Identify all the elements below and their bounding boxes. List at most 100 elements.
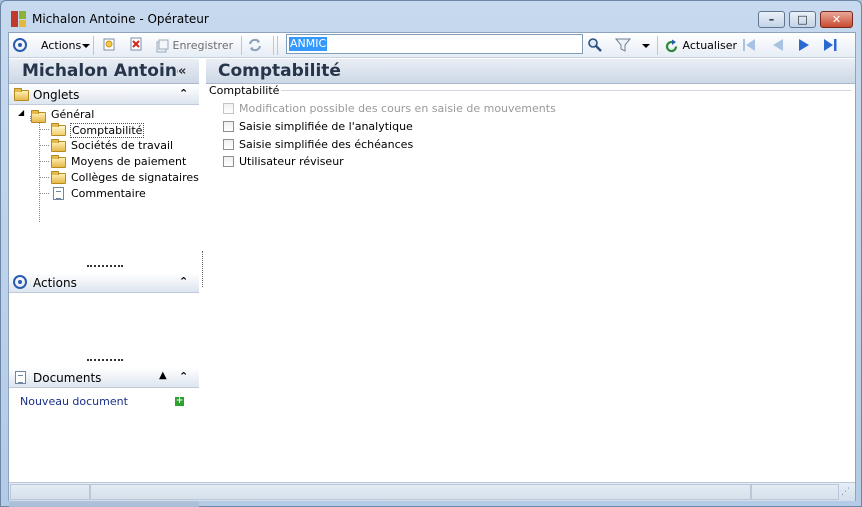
tree-item-societes[interactable]: Sociétés de travail <box>71 139 173 152</box>
minimize-icon: – <box>768 13 775 26</box>
content-header: Comptabilité <box>206 59 855 84</box>
checkbox-label: Modification possible des cours en saisi… <box>239 102 556 115</box>
collapse-icon[interactable]: ⌃ <box>179 87 188 100</box>
document-icon <box>53 187 64 200</box>
status-cell <box>10 484 90 500</box>
checkbox[interactable] <box>223 156 234 167</box>
minimize-button[interactable]: – <box>758 11 785 28</box>
onglets-title: Onglets <box>33 88 80 102</box>
left-panel: Michalon Antoine « Onglets ⌃ ◢ Général C… <box>9 59 199 507</box>
actions-title: Actions <box>33 276 77 290</box>
chevron-up-icon[interactable]: ▲ <box>159 370 167 381</box>
tree-line <box>39 161 49 162</box>
tree-line <box>39 177 49 178</box>
home-button[interactable] <box>13 36 27 53</box>
app-icon <box>11 11 26 27</box>
new-record-icon <box>103 38 115 51</box>
target-icon <box>13 275 27 289</box>
tree-expand-icon[interactable]: ◢ <box>18 108 24 117</box>
delete-icon <box>130 37 142 51</box>
onglets-section-header[interactable]: Onglets ⌃ <box>9 85 199 105</box>
tree-item-general[interactable]: Général <box>51 108 94 121</box>
checkbox[interactable] <box>223 121 234 132</box>
previous-icon <box>773 39 783 51</box>
sync-icon <box>249 38 261 52</box>
tree-item-comptabilite[interactable]: Comptabilité <box>70 123 145 138</box>
status-bar: ⋰ <box>9 482 855 501</box>
sync-button[interactable] <box>247 37 263 54</box>
last-record-button[interactable] <box>823 38 838 55</box>
tree-line <box>39 193 49 194</box>
tree-line <box>39 122 40 222</box>
documents-title: Documents <box>33 371 102 385</box>
close-button[interactable]: ✕ <box>820 11 853 28</box>
save-button[interactable]: Enregistrer <box>155 37 233 54</box>
folder-icon <box>51 171 66 184</box>
maximize-button[interactable]: □ <box>789 11 816 28</box>
collapse-icon[interactable]: ⌃ <box>179 370 188 383</box>
toolbar-separator <box>273 36 274 55</box>
app-window: Michalon Antoine - Opérateur – □ ✕ Actio… <box>0 0 862 507</box>
new-document-link[interactable]: Nouveau document <box>20 395 128 408</box>
collapse-panel-button[interactable]: « <box>178 64 186 79</box>
tree-item-moyens-paiement[interactable]: Moyens de paiement <box>71 155 186 168</box>
toolbar-separator <box>277 36 278 55</box>
title-bar[interactable]: Michalon Antoine - Opérateur – □ ✕ <box>1 1 861 34</box>
toolbar: Actions Enregistrer ANMIC Actualiser <box>9 33 855 58</box>
resize-grip-icon[interactable]: ⋰ <box>841 487 850 497</box>
checkbox-label[interactable]: Utilisateur réviseur <box>239 155 344 168</box>
filter-dropdown-button[interactable] <box>641 37 650 54</box>
checkbox[interactable] <box>223 139 234 150</box>
chevron-down-icon <box>642 44 650 48</box>
search-icon <box>588 38 602 52</box>
toolbar-separator <box>241 36 242 55</box>
client-area: Actions Enregistrer ANMIC Actualiser Mic… <box>8 32 856 507</box>
checkbox-label[interactable]: Saisie simplifiée de l'analytique <box>239 120 413 133</box>
resize-grip[interactable] <box>87 265 123 267</box>
tree-line <box>39 145 49 146</box>
checkbox-label[interactable]: Saisie simplifiée des échéances <box>239 138 413 151</box>
previous-record-button[interactable] <box>771 38 785 55</box>
folder-icon <box>51 155 66 168</box>
search-button[interactable] <box>587 37 603 54</box>
person-name: Michalon Antoine <box>22 61 178 81</box>
maximize-icon: □ <box>797 13 808 26</box>
documents-section-header[interactable]: Documents ▲ ⌃ <box>9 368 199 388</box>
panel-splitter[interactable] <box>202 251 203 287</box>
first-record-button[interactable] <box>742 38 756 55</box>
save-icon <box>156 39 169 53</box>
next-record-button[interactable] <box>797 38 811 55</box>
resize-grip[interactable] <box>87 359 123 361</box>
open-folder-icon <box>51 123 66 136</box>
person-header: Michalon Antoine « <box>9 59 199 84</box>
folder-icon <box>14 88 29 101</box>
add-icon[interactable]: + <box>175 397 184 406</box>
refresh-button[interactable]: Actualiser <box>664 37 737 54</box>
refresh-icon <box>665 39 678 52</box>
first-icon <box>743 39 755 51</box>
new-button[interactable] <box>102 37 116 54</box>
status-cell <box>90 484 751 500</box>
toolbar-separator <box>657 36 658 55</box>
chevron-down-icon <box>82 44 91 48</box>
filter-icon <box>614 38 632 52</box>
tree-line <box>39 129 49 130</box>
actions-menu-button[interactable]: Actions <box>41 37 91 54</box>
search-input-text: ANMIC <box>289 37 328 51</box>
collapse-icon[interactable]: ⌃ <box>179 275 188 288</box>
group-label: Comptabilité <box>209 84 282 97</box>
tree-item-commentaire[interactable]: Commentaire <box>71 187 146 200</box>
group-divider <box>269 90 851 91</box>
actions-section-header[interactable]: Actions ⌃ <box>9 273 199 293</box>
document-icon <box>15 371 26 384</box>
close-icon: ✕ <box>831 13 842 26</box>
search-input[interactable]: ANMIC <box>286 34 583 54</box>
checkbox <box>223 103 234 114</box>
delete-button[interactable] <box>129 37 143 54</box>
tree-item-colleges[interactable]: Collèges de signataires <box>71 171 199 184</box>
folder-icon <box>51 139 66 152</box>
filter-button[interactable] <box>614 37 632 54</box>
page-title: Comptabilité <box>218 61 341 81</box>
toolbar-separator <box>93 36 94 55</box>
status-cell <box>751 484 839 500</box>
